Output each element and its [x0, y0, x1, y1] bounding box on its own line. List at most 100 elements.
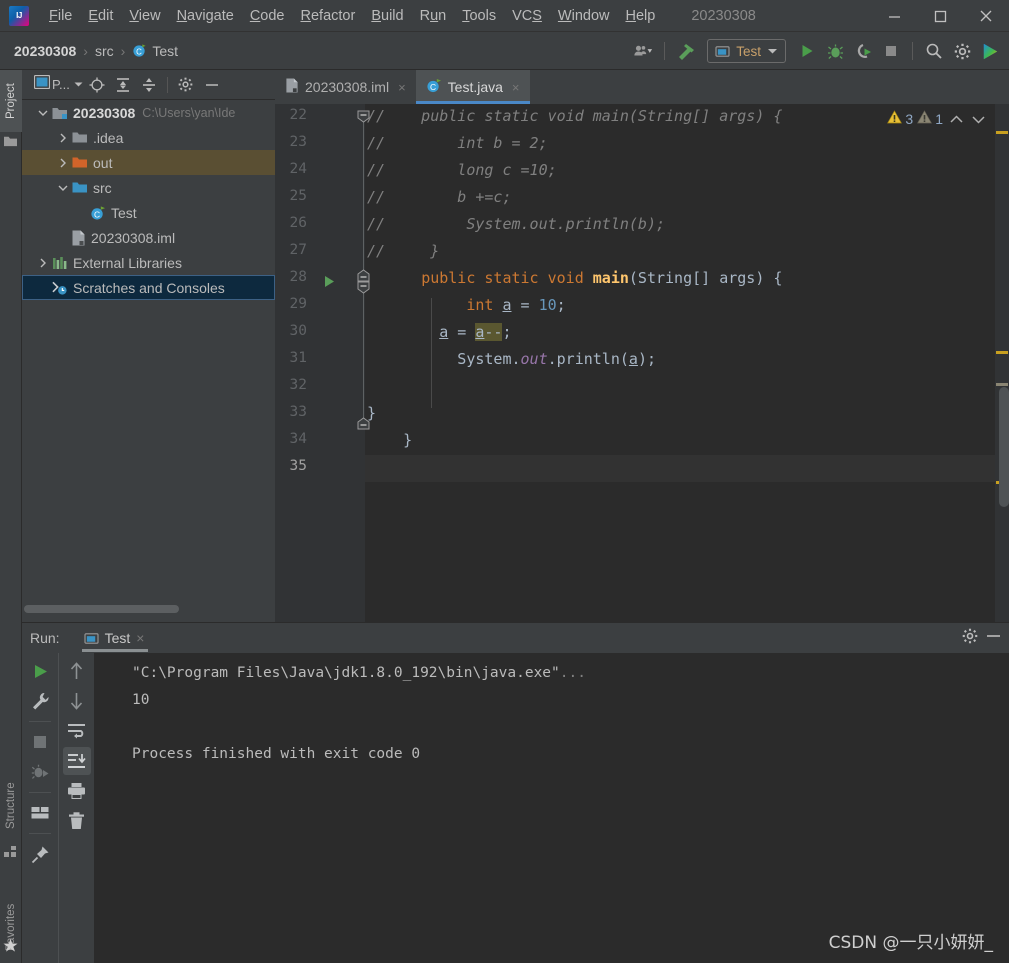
tool-window-project[interactable]: Project — [0, 70, 22, 132]
print-button[interactable] — [63, 777, 91, 805]
warning-marker[interactable] — [996, 131, 1008, 134]
hammer-icon[interactable] — [673, 38, 699, 64]
code-line-29: int a = 10; — [466, 296, 566, 314]
debug-button[interactable] — [822, 38, 848, 64]
idea-arrow-icon[interactable] — [977, 38, 1003, 64]
weak-warning-count-group[interactable]: 1 — [917, 109, 943, 129]
console-output[interactable]: "C:\Program Files\Java\jdk1.8.0_192\bin\… — [94, 653, 1009, 963]
code-line-25: // b +=c; — [367, 188, 512, 206]
toolbar-divider — [29, 792, 51, 793]
toolbar-divider — [29, 721, 51, 722]
breadcrumb-item-src[interactable]: src — [95, 43, 114, 59]
tree-node-src[interactable]: src — [22, 175, 275, 200]
tree-node-iml-file[interactable]: 20230308.iml — [22, 225, 275, 250]
editor-vertical-scrollbar-thumb[interactable] — [999, 387, 1009, 507]
tree-node-out[interactable]: out — [22, 150, 275, 175]
menu-item-window[interactable]: Window — [550, 5, 618, 27]
menu-item-tools[interactable]: Tools — [454, 5, 504, 27]
project-horizontal-scrollbar[interactable] — [22, 604, 275, 614]
code-line-30: a = a--; — [439, 323, 512, 341]
menu-item-build[interactable]: Build — [363, 5, 411, 27]
minimize-button[interactable] — [871, 0, 917, 32]
chevron-up-icon[interactable] — [947, 110, 965, 128]
hide-run-panel-button[interactable] — [986, 629, 1001, 648]
warning-count-group[interactable]: 3 — [887, 109, 913, 129]
soft-wrap-button[interactable] — [63, 717, 91, 745]
gear-icon[interactable] — [962, 628, 978, 649]
breadcrumb-item-project[interactable]: 20230308 — [14, 43, 76, 59]
menu-item-refactor[interactable]: Refactor — [293, 5, 364, 27]
project-view-icon[interactable] — [33, 74, 51, 94]
structure-icon — [4, 845, 18, 863]
hide-panel-button[interactable] — [200, 73, 224, 97]
close-icon[interactable]: × — [136, 630, 144, 646]
chevron-down-icon[interactable] — [969, 110, 987, 128]
run-tab-test[interactable]: Test × — [78, 624, 153, 652]
run-button[interactable] — [794, 38, 820, 64]
menu-item-help[interactable]: Help — [617, 5, 663, 27]
close-button[interactable] — [963, 0, 1009, 32]
menu-item-edit[interactable]: Edit — [80, 5, 121, 27]
code-text[interactable]: // public static void main(String[] args… — [367, 104, 1009, 622]
editor-gutter[interactable]: 22 23 24 25 26 27 28 29 30 31 32 33 34 3… — [275, 104, 370, 622]
run-with-coverage-button[interactable] — [850, 38, 876, 64]
collapse-all-button[interactable] — [137, 73, 161, 97]
menu-item-vcs[interactable]: VCS — [504, 5, 550, 27]
edit-configuration-button[interactable] — [26, 687, 54, 715]
editor-horizontal-scrollbar[interactable] — [367, 612, 997, 620]
editor-tab-test-java[interactable]: C Test.java × — [415, 70, 530, 104]
stop-process-button[interactable] — [26, 728, 54, 756]
expand-all-button[interactable] — [111, 73, 135, 97]
editor-tab-iml[interactable]: 20230308.iml × — [275, 70, 416, 104]
gear-icon[interactable] — [949, 38, 975, 64]
menu-item-view[interactable]: View — [121, 5, 168, 27]
line-number: 23 — [289, 134, 307, 150]
editor-marker-scrollbar[interactable] — [995, 104, 1009, 622]
breadcrumb-item-class[interactable]: Test — [152, 43, 178, 59]
editor-tab-label: Test.java — [447, 79, 503, 95]
chevron-right-icon[interactable] — [56, 156, 69, 169]
rerun-button[interactable] — [26, 657, 54, 685]
chevron-down-icon[interactable] — [56, 181, 69, 194]
chevron-right-icon[interactable] — [56, 131, 69, 144]
window-controls — [871, 0, 1009, 32]
weak-warning-marker[interactable] — [996, 383, 1008, 386]
warning-marker[interactable] — [996, 351, 1008, 354]
down-stacktrace-button[interactable] — [63, 687, 91, 715]
panel-header-divider — [166, 76, 168, 93]
run-panel-header-buttons — [962, 623, 1001, 653]
stop-button[interactable] — [878, 38, 904, 64]
run-configuration-selector[interactable]: Test — [707, 39, 786, 63]
chevron-down-icon — [768, 49, 777, 54]
chevron-right-icon[interactable] — [36, 256, 49, 269]
project-panel-title[interactable]: P... — [52, 77, 70, 92]
tree-node-project-root[interactable]: 20230308 C:\Users\yan\Ide — [22, 100, 275, 125]
panel-settings-button[interactable] — [174, 73, 198, 97]
up-stacktrace-button[interactable] — [63, 657, 91, 685]
close-icon[interactable]: × — [512, 80, 520, 95]
menu-item-run[interactable]: Run — [412, 5, 455, 27]
maximize-button[interactable] — [917, 0, 963, 32]
tree-node-external-libraries[interactable]: External Libraries — [22, 250, 275, 275]
chevron-down-icon[interactable] — [36, 106, 49, 119]
scroll-from-source-button[interactable] — [85, 73, 109, 97]
tree-node-idea[interactable]: .idea — [22, 125, 275, 150]
chevron-down-icon[interactable] — [74, 81, 83, 88]
tree-node-test-class[interactable]: C Test — [22, 200, 275, 225]
scroll-to-end-button[interactable] — [62, 747, 91, 775]
inspection-widget[interactable]: 3 1 — [887, 108, 987, 130]
person-dropdown-icon[interactable] — [630, 38, 656, 64]
debug-rerun-button[interactable] — [26, 758, 54, 786]
menu-item-file[interactable]: File — [41, 5, 80, 27]
tool-window-structure[interactable]: Structure — [0, 770, 22, 842]
layout-settings-button[interactable] — [26, 799, 54, 827]
search-icon[interactable] — [921, 38, 947, 64]
close-icon[interactable]: × — [398, 80, 406, 95]
menu-item-code[interactable]: Code — [242, 5, 293, 27]
tree-node-scratches-and-consoles[interactable]: Scratches and Consoles — [22, 275, 275, 300]
clear-all-button[interactable] — [63, 807, 91, 835]
pin-tab-button[interactable] — [26, 840, 54, 868]
run-line-marker-icon[interactable] — [323, 275, 336, 288]
menu-item-navigate[interactable]: Navigate — [169, 5, 242, 27]
code-viewport[interactable]: 22 23 24 25 26 27 28 29 30 31 32 33 34 3… — [275, 104, 1009, 622]
